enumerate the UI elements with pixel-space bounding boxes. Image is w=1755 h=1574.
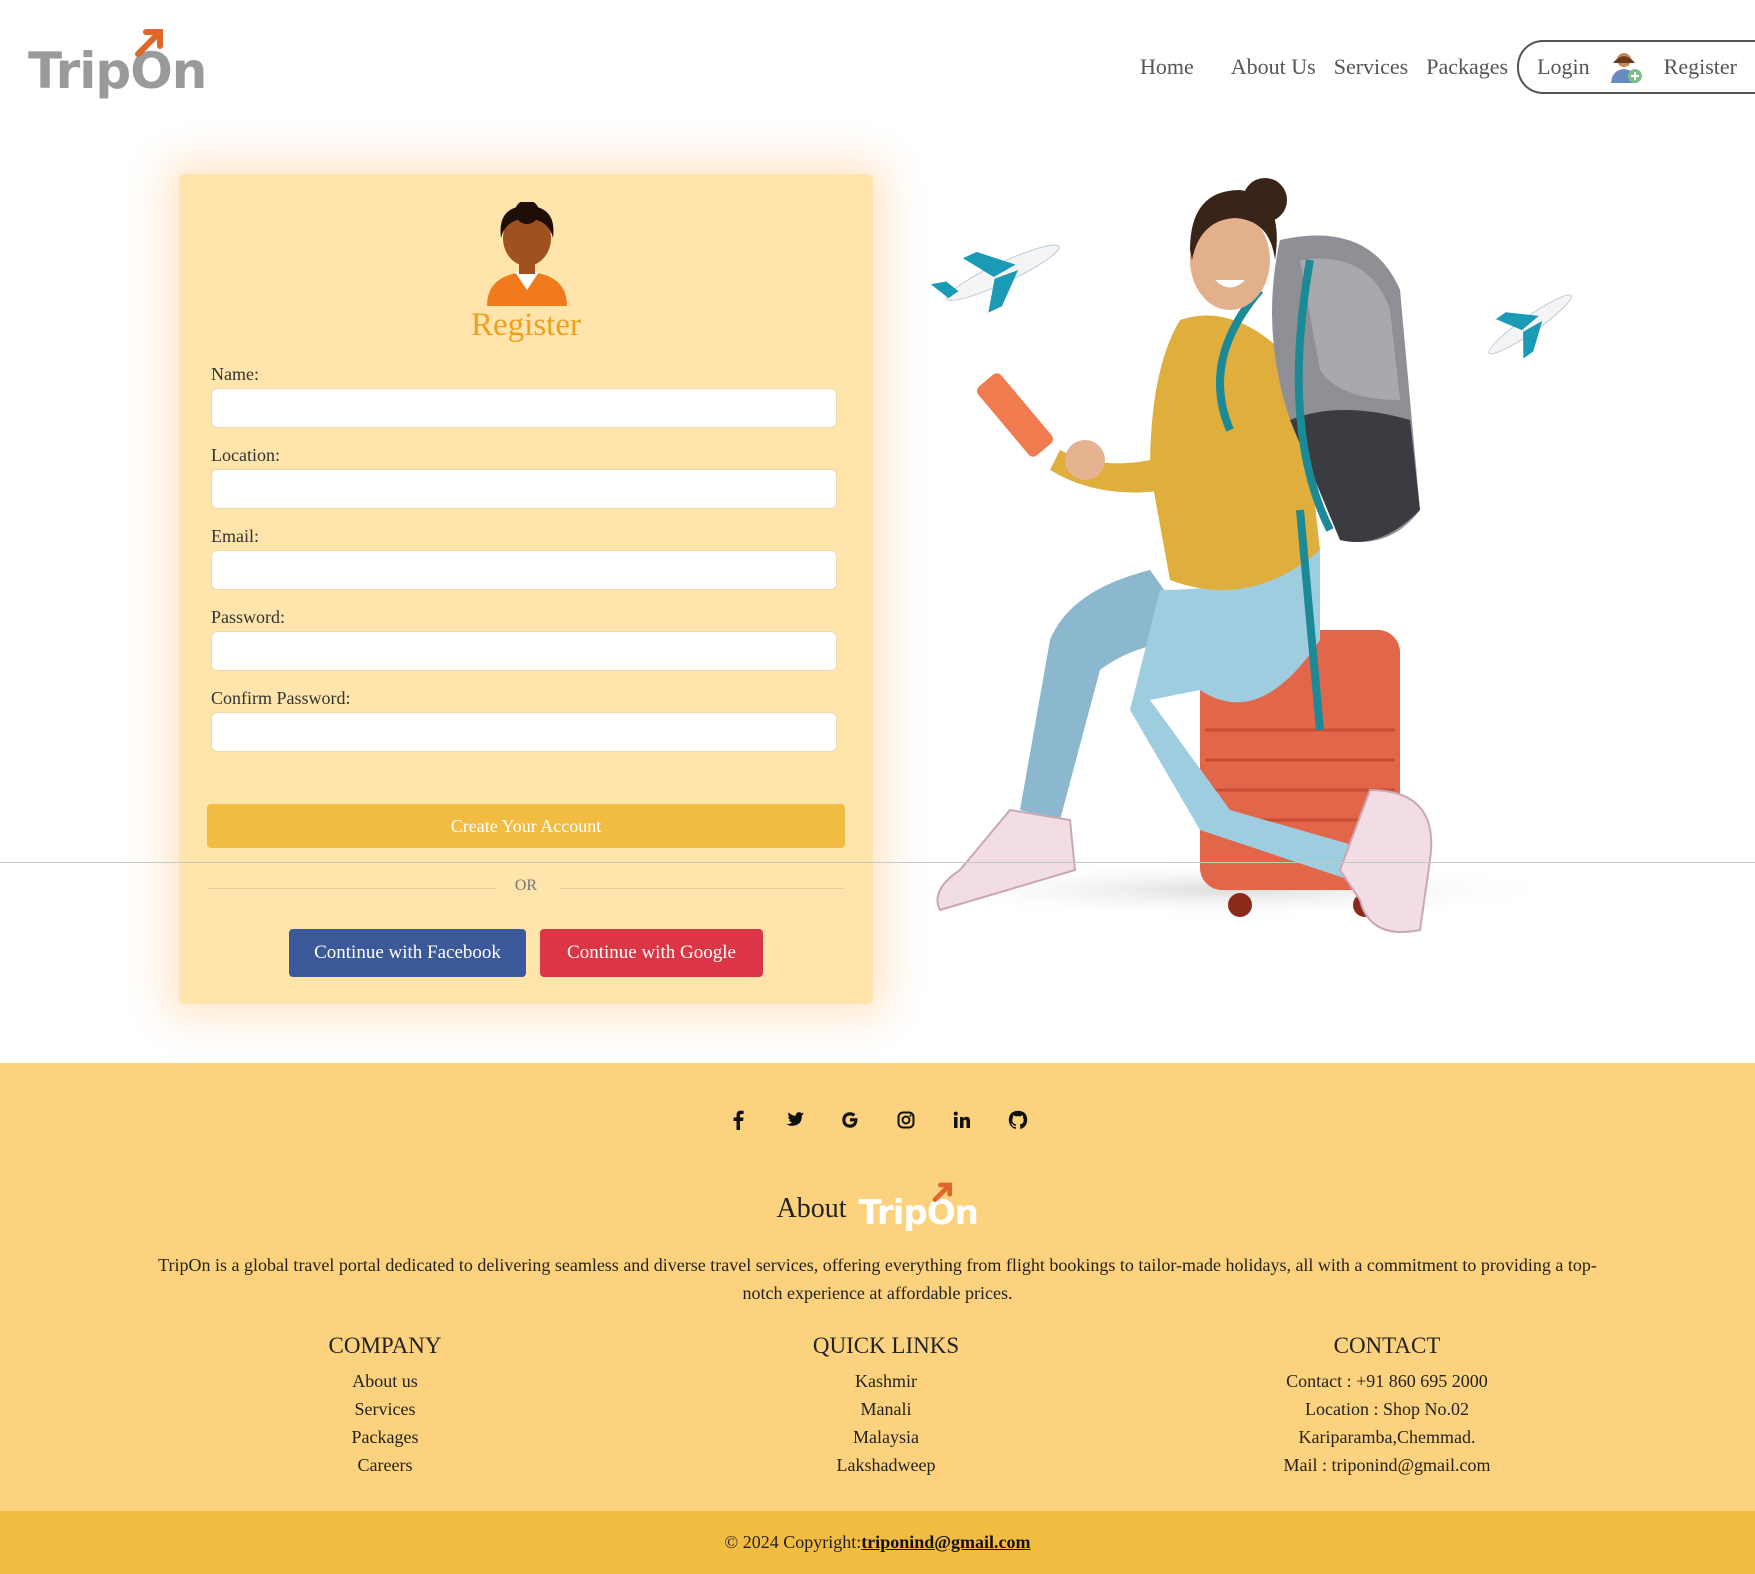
nav-services[interactable]: Services [1334,54,1409,80]
or-text: OR [514,877,538,894]
register-title: Register [471,307,581,343]
register-link[interactable]: Register [1664,54,1737,80]
add-user-icon [1610,53,1642,83]
password-label: Password: [211,607,286,627]
contact-location: Location : Shop No.02 [1305,1399,1469,1419]
linkedin-icon[interactable] [949,1107,975,1133]
footer-link-careers[interactable]: Careers [185,1451,585,1479]
confirm-password-label: Confirm Password: [211,688,351,708]
tripon-logo[interactable]: TripOn [28,26,207,106]
contact-heading: CONTACT [1333,1333,1441,1358]
copyright-text: © 2024 Copyright: [724,1532,862,1552]
name-input[interactable] [211,388,837,428]
copyright-bar: © 2024 Copyright: triponind@gmail.com [0,1511,1755,1574]
quick-links-heading: QUICK LINKS [812,1333,960,1358]
traveler-hero-image [900,178,1572,933]
about-description: TripOn is a global travel portal dedicat… [158,1255,1597,1303]
company-heading: COMPANY [328,1333,442,1358]
user-avatar-icon [487,202,567,306]
footer-link-about-us[interactable]: About us [185,1367,585,1395]
email-input[interactable] [211,550,837,590]
copyright-email-link[interactable]: triponind@gmail.com [861,1532,1030,1553]
google-icon[interactable] [837,1107,863,1133]
instagram-icon[interactable] [893,1107,919,1133]
location-input[interactable] [211,469,837,509]
create-account-button[interactable]: Create Your Account [207,804,845,848]
register-card: Register Name: Location: Email: Password… [179,174,873,1004]
contact-column: CONTACT Contact : +91 860 695 2000 Locat… [1187,1333,1587,1479]
nav-home[interactable]: Home [1140,54,1194,80]
continue-with-facebook-button[interactable]: Continue with Facebook [289,929,526,977]
password-input[interactable] [211,631,837,671]
facebook-icon[interactable] [725,1107,751,1133]
footer-link-packages[interactable]: Packages [185,1423,585,1451]
nav-about-us[interactable]: About Us [1231,54,1316,80]
contact-address: Kariparamba,Chemmad. [1298,1427,1476,1447]
contact-mail: Mail : triponind@gmail.com [1283,1455,1491,1475]
about-prefix: About [776,1193,847,1224]
name-label: Name: [211,364,259,384]
footer-link-services[interactable]: Services [185,1395,585,1423]
login-link[interactable]: Login [1537,54,1590,80]
github-icon[interactable] [1005,1107,1031,1133]
contact-phone: Contact : +91 860 695 2000 [1286,1371,1488,1391]
quick-link-kashmir[interactable]: Kashmir [686,1367,1086,1395]
quick-links-column: QUICK LINKS Kashmir Manali Malaysia Laks… [686,1333,1086,1479]
auth-pill: Login Register [1517,40,1755,94]
quick-link-manali[interactable]: Manali [686,1395,1086,1423]
horizontal-divider [0,862,1755,863]
main-nav: Home About Us Services Packages Login Re… [1131,40,1755,94]
twitter-icon[interactable] [781,1107,807,1133]
footer-tripon-logo: TripOn [859,1181,979,1237]
confirm-password-input[interactable] [211,712,837,752]
company-column: COMPANY About us Services Packages Caree… [185,1333,585,1479]
about-heading: About TripOn [0,1181,1755,1237]
nav-packages[interactable]: Packages [1426,54,1508,80]
plane-arrow-icon [932,1182,952,1202]
social-links [0,1107,1755,1133]
footer: About TripOn TripOn is a global travel p… [0,1063,1755,1511]
email-label: Email: [211,526,259,546]
continue-with-google-button[interactable]: Continue with Google [540,929,763,977]
plane-arrow-icon [135,29,163,57]
location-label: Location: [211,445,280,465]
quick-link-malaysia[interactable]: Malaysia [686,1423,1086,1451]
quick-link-lakshadweep[interactable]: Lakshadweep [686,1451,1086,1479]
